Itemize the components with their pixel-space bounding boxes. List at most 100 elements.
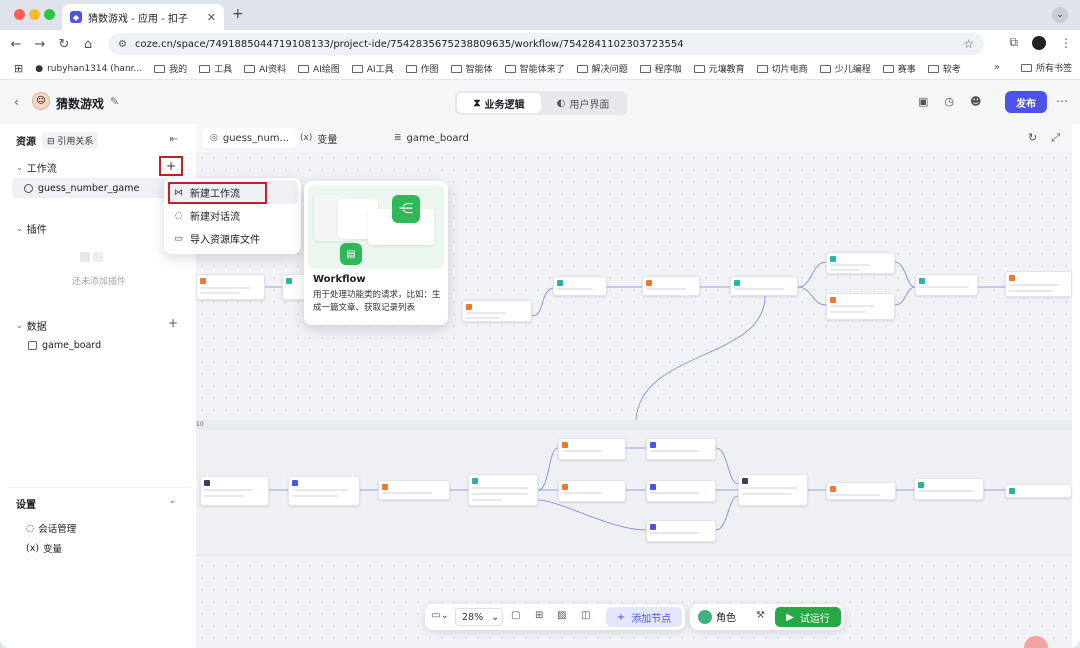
comment-icon[interactable]: ▢ <box>511 610 520 621</box>
minimap-icon[interactable]: ◫ <box>581 610 590 621</box>
menu-item-new-workflow[interactable]: ⋈ 新建工作流 <box>167 181 298 204</box>
url-text[interactable]: coze.cn/space/7491885044719108133/projec… <box>135 39 955 50</box>
bookmark-folder[interactable]: 软考 <box>922 62 967 75</box>
bookmark-folder[interactable]: 作图 <box>400 62 445 75</box>
workflow-node[interactable] <box>1005 484 1072 498</box>
bookmarks-overflow-button[interactable]: » <box>994 62 1000 73</box>
layout-icon[interactable]: ▭⌄ <box>431 610 449 621</box>
bookmark-folder[interactable]: 程序咖 <box>634 62 688 75</box>
browser-tab[interactable]: ◆ 猜数游戏 - 应用 - 扣子 ✕ <box>62 4 224 30</box>
tab-business-logic[interactable]: ⧗ 业务逻辑 <box>457 93 541 113</box>
bookmark-folder[interactable]: AI绘图 <box>292 62 346 75</box>
profile-avatar[interactable] <box>1032 35 1046 50</box>
workflow-node[interactable] <box>826 293 895 320</box>
add-workflow-button[interactable]: + <box>159 156 183 176</box>
add-data-button[interactable]: + <box>168 316 178 330</box>
bookmark-folder[interactable]: 工具 <box>193 62 238 75</box>
role-selector[interactable]: 角色 <box>698 609 736 624</box>
maximize-window-button[interactable] <box>44 9 55 20</box>
workflow-node[interactable] <box>646 520 716 542</box>
tab-user-interface[interactable]: ◐ 用户界面 <box>541 93 625 113</box>
workflow-node[interactable] <box>468 474 538 506</box>
bookmark-folder[interactable]: 元壤教育 <box>688 62 751 75</box>
menu-item-import-library[interactable]: ▭ 导入资源库文件 <box>167 227 298 250</box>
refresh-icon[interactable]: ↻ <box>1028 131 1037 145</box>
test-run-button[interactable]: ▶ 试运行 <box>775 607 841 627</box>
workflow-node[interactable] <box>642 276 700 296</box>
grid-layout-icon[interactable]: ⊞ <box>535 610 543 621</box>
workflow-node[interactable] <box>558 480 626 502</box>
chevron-down-icon[interactable]: ⌄ <box>1052 7 1068 23</box>
workflow-node[interactable] <box>730 276 798 296</box>
home-icon[interactable]: ⌂ <box>76 37 100 52</box>
folder-icon <box>882 64 894 73</box>
workflow-item[interactable]: guess_number_game <box>12 178 184 198</box>
plugin-section-header[interactable]: ⌄ 插件 <box>16 221 47 236</box>
database-item[interactable]: game_board <box>28 340 101 351</box>
bookmark-folder[interactable]: 智能体来了 <box>499 62 571 75</box>
workflow-node[interactable] <box>1005 271 1072 297</box>
workflow-section-header[interactable]: ⌄ 工作流 <box>16 160 57 175</box>
data-section-header[interactable]: ⌄ 数据 <box>16 318 47 333</box>
canvas-tab-workflow[interactable]: ◎ guess_num... <box>202 128 298 148</box>
expand-icon[interactable]: ⤢ <box>1051 131 1060 145</box>
bookmark-folder[interactable]: 我的 <box>148 62 193 75</box>
workflow-node[interactable] <box>826 252 895 274</box>
chevron-down-icon[interactable]: ⌄ <box>168 496 176 506</box>
more-icon[interactable]: ⋯ <box>1056 94 1068 108</box>
reference-relations-button[interactable]: ⊟ 引用关系 <box>42 132 99 149</box>
bookmark-folder[interactable]: 赛事 <box>877 62 922 75</box>
zoom-select[interactable]: 28% ⌄ <box>455 608 503 626</box>
menu-item-new-chatflow[interactable]: ◌ 新建对话流 <box>167 204 298 227</box>
forward-icon[interactable]: → <box>28 37 52 52</box>
canvas-tab-variables[interactable]: (x) 变量 <box>292 128 345 148</box>
site-info-icon[interactable]: ⚙ <box>118 39 127 50</box>
collapse-panel-icon[interactable]: ⇤ <box>170 134 178 145</box>
bookmark-item[interactable]: ● rubyhan1314 (hanr... <box>29 64 148 74</box>
collaborators-icon[interactable]: ☻ <box>970 95 981 108</box>
settings-item-conversations[interactable]: ◌ 会话管理 <box>26 521 76 536</box>
workflow-node[interactable] <box>646 438 716 460</box>
history-icon[interactable]: ◷ <box>944 95 954 108</box>
close-window-button[interactable] <box>14 9 25 20</box>
workflow-node[interactable] <box>738 474 808 506</box>
bookmark-folder[interactable]: 少儿编程 <box>814 62 877 75</box>
bookmark-folder[interactable]: 解决问题 <box>571 62 634 75</box>
new-tab-button[interactable]: + <box>232 6 244 22</box>
bookmark-folder[interactable]: 切片电商 <box>751 62 814 75</box>
close-icon[interactable]: ✕ <box>207 11 216 24</box>
image-icon[interactable]: ▨ <box>557 610 566 621</box>
reload-icon[interactable]: ↻ <box>52 37 76 52</box>
add-node-button[interactable]: + 添加节点 <box>606 607 682 627</box>
workflow-node[interactable] <box>558 438 626 460</box>
workflow-node[interactable] <box>378 480 450 500</box>
workflow-node[interactable] <box>462 300 532 322</box>
bookmark-folder[interactable]: AI资料 <box>238 62 292 75</box>
workflow-node[interactable] <box>200 476 269 506</box>
workflow-node[interactable] <box>914 478 984 500</box>
workflow-node[interactable] <box>826 482 896 500</box>
minimize-window-button[interactable] <box>29 9 40 20</box>
edit-icon[interactable]: ✎ <box>110 95 119 108</box>
back-icon[interactable]: ← <box>4 37 28 52</box>
bookmark-folder[interactable]: AI工具 <box>346 62 400 75</box>
extensions-icon[interactable]: ⧉ <box>1009 35 1018 50</box>
workflow-node[interactable] <box>646 480 716 502</box>
workflow-node[interactable] <box>196 274 265 300</box>
canvas-tab-database[interactable]: ≣ game_board <box>386 128 477 148</box>
variable-icon: (x) <box>26 542 40 554</box>
bookmark-folder[interactable]: 智能体 <box>445 62 499 75</box>
all-bookmarks-folder[interactable]: 所有书签 <box>1020 61 1072 74</box>
wrench-icon[interactable]: ⚒ <box>756 610 765 621</box>
publish-button[interactable]: 发布 <box>1005 91 1047 113</box>
address-bar[interactable]: ⚙ coze.cn/space/7491885044719108133/proj… <box>108 33 984 55</box>
package-icon[interactable]: ▣ <box>918 95 928 108</box>
back-icon[interactable]: ‹ <box>14 95 19 109</box>
apps-grid-icon[interactable]: ⊞ <box>8 62 29 75</box>
workflow-node[interactable] <box>915 274 978 296</box>
workflow-node[interactable] <box>553 276 607 296</box>
workflow-node[interactable] <box>288 476 360 506</box>
bookmark-star-icon[interactable]: ☆ <box>963 37 974 51</box>
settings-item-variables[interactable]: (x) 变量 <box>26 541 62 556</box>
more-menu-icon[interactable]: ⋮ <box>1060 36 1072 50</box>
